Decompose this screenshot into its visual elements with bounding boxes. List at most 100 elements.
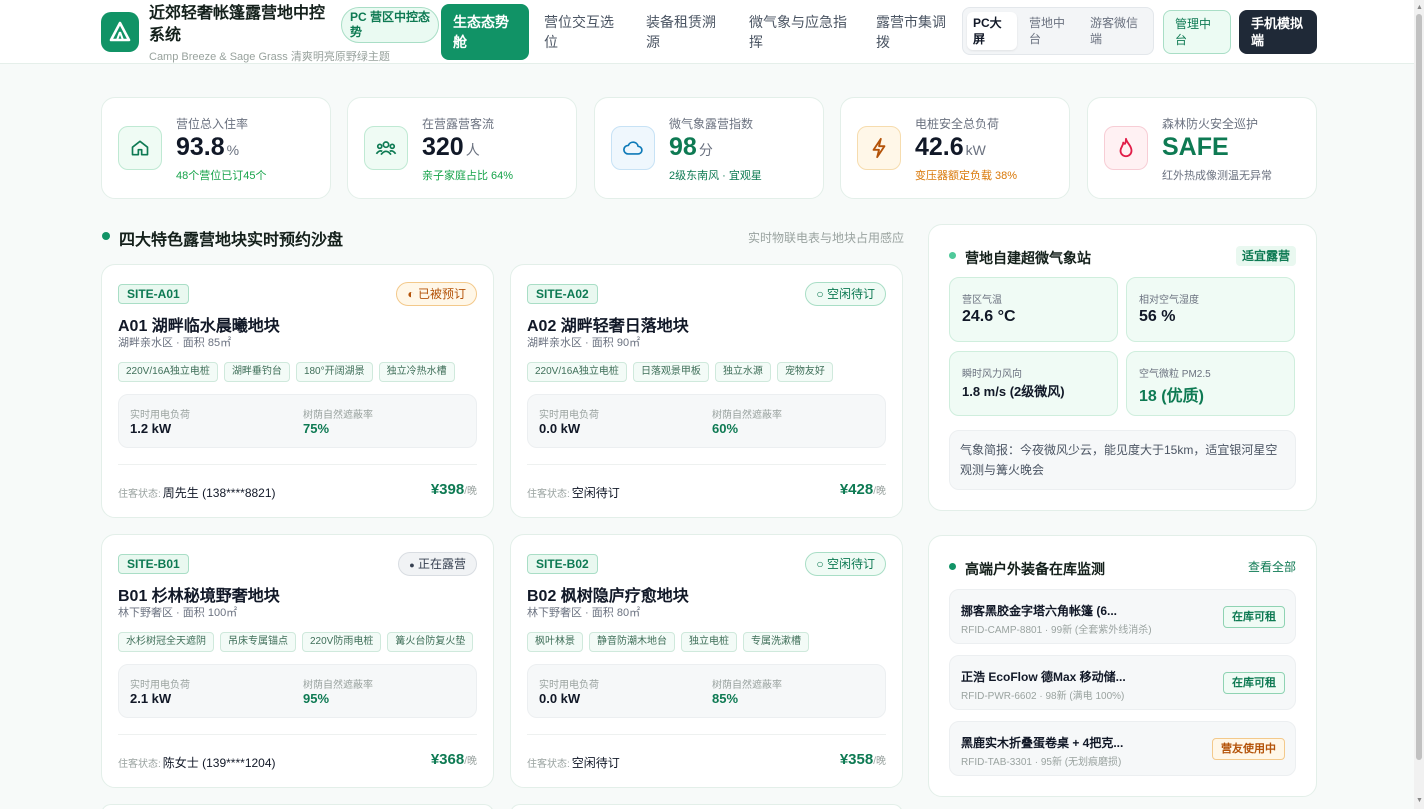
site-code: SITE-A02 <box>527 284 598 304</box>
gear-item[interactable]: 正浩 EcoFlow 德Max 移动储... RFID-PWR-6602 · 9… <box>949 655 1296 710</box>
scroll-thumb[interactable] <box>1416 14 1422 760</box>
gear-title: 高端户外装备在库监测 <box>965 561 1105 577</box>
site-card-a02[interactable]: SITE-A02 ○ 空闲待订 A02 湖畔轻奢日落地块 湖畔亲水区 · 面积 … <box>510 264 903 518</box>
home-icon <box>118 126 162 170</box>
app-title: 近郊轻奢帐篷露营地中控系统 <box>149 5 326 44</box>
half-circle-icon: ◐ <box>407 287 415 301</box>
weather-humidity: 相对空气湿度 56 % <box>1126 277 1295 342</box>
kpi-value: 98 分 <box>669 133 713 161</box>
nav-tab-gear-rental[interactable]: 装备租赁溯源 <box>642 4 730 60</box>
site-card-b01[interactable]: SITE-B01 ● 正在露营 B01 杉林秘境野奢地块 林下野奢区 · 面积 … <box>101 534 494 788</box>
site-card-stub <box>101 804 494 809</box>
scroll-up-arrow[interactable]: ▲ <box>1416 4 1423 11</box>
view-middle[interactable]: 营地中台 <box>1023 12 1077 50</box>
circle-icon: ○ <box>816 557 824 571</box>
nav-tab-site-select[interactable]: 营位交互选位 <box>540 4 628 60</box>
kpi-sub: 红外热成像测温无异常 <box>1162 170 1272 182</box>
top-header: 近郊轻奢帐篷露营地中控系统 Camp Breeze & Sage Grass 清… <box>0 0 1414 64</box>
kpi-value: 320 人 <box>422 133 480 161</box>
site-card-stub <box>510 804 903 809</box>
weather-station-panel: 营地自建超微气象站 适宜露营 营区气温 24.6 °C 相对空气湿度 56 % … <box>928 224 1317 511</box>
site-tag: 水杉树冠全天遮阴 <box>118 632 214 652</box>
view-pc[interactable]: PC大屏 <box>967 12 1017 50</box>
sites-section-title: 四大特色露营地块实时预约沙盘 <box>119 232 344 249</box>
site-tags: 枫叶林景 静音防潮木地台 独立电桩 专属洗漱槽 <box>527 632 809 652</box>
power-label: 实时用电负荷 <box>539 680 599 691</box>
section-dot <box>102 232 110 240</box>
shade-label: 树荫自然遮蔽率 <box>303 410 373 421</box>
kpi-label: 营位总入住率 <box>176 117 249 131</box>
kpi-label: 电桩安全总负荷 <box>915 117 1000 131</box>
weather-wind: 瞬时风力风向 1.8 m/s (2级微风) <box>949 351 1118 416</box>
shade-value: 95% <box>303 691 330 706</box>
shade-label: 树荫自然遮蔽率 <box>303 680 373 691</box>
kpi-fire-patrol: 森林防火安全巡护 SAFE 红外热成像测温无异常 <box>1087 97 1317 199</box>
gear-status-badge: 营友使用中 <box>1212 738 1285 760</box>
divider <box>118 734 477 735</box>
site-tags: 220V/16A独立电桩 日落观景甲板 独立水源 宠物友好 <box>527 362 833 382</box>
site-tags: 220V/16A独立电桩 湖畔垂钓台 180°开阔湖景 独立冷热水槽 <box>118 362 455 382</box>
site-price: ¥428/晚 <box>839 481 886 498</box>
gear-item[interactable]: 挪客黑胶金字塔六角帐篷 (6... RFID-CAMP-8801 · 99新 (… <box>949 589 1296 644</box>
site-name: A02 湖畔轻奢日落地块 <box>527 318 689 335</box>
kpi-visitors: 在营露营客流 320 人 亲子家庭占比 64% <box>347 97 577 199</box>
site-tag: 篝火台防复火垫 <box>387 632 474 652</box>
admin-button[interactable]: 管理中台 <box>1163 10 1231 54</box>
shade-value: 75% <box>303 421 330 436</box>
kpi-value: 42.6 kW <box>915 133 986 161</box>
view-mode-switch: PC大屏 营地中台 游客微信端 <box>962 7 1154 55</box>
site-tag: 吊床专属锚点 <box>220 632 296 652</box>
view-wechat[interactable]: 游客微信端 <box>1084 12 1150 50</box>
site-tag: 220V/16A独立电桩 <box>118 362 218 382</box>
nav-tab-ecology[interactable]: 生态态势舱 <box>441 4 529 60</box>
kpi-label: 在营露营客流 <box>422 117 495 131</box>
weather-temperature: 营区气温 24.6 °C <box>949 277 1118 342</box>
scroll-down-arrow[interactable]: ▼ <box>1416 797 1423 804</box>
weather-brief: 气象简报：今夜微风少云，能见度大于15km，适宜银河星空观测与篝火晚会 <box>949 430 1296 490</box>
power-label: 实时用电负荷 <box>539 410 599 421</box>
divider <box>118 464 477 465</box>
guest-status: 住客状态: 空闲待订 <box>527 756 620 770</box>
guest-status: 住客状态: 周先生 (138****8821) <box>118 486 276 500</box>
site-name: A01 湖畔临水晨曦地块 <box>118 318 280 335</box>
mobile-sim-button[interactable]: 手机模拟端 <box>1239 10 1317 54</box>
status-badge: ○ 空闲待订 <box>805 282 886 306</box>
nav-tab-weather[interactable]: 微气象与应急指挥 <box>745 4 855 60</box>
weather-title: 营地自建超微气象站 <box>965 250 1091 266</box>
guest-status: 住客状态: 空闲待订 <box>527 486 620 500</box>
site-card-a01[interactable]: SITE-A01 ◐ 已被预订 A01 湖畔临水晨曦地块 湖畔亲水区 · 面积 … <box>101 264 494 518</box>
shade-value: 60% <box>712 421 739 436</box>
kpi-power-load: 电桩安全总负荷 42.6 kW 变压器额定负载 38% <box>840 97 1070 199</box>
shade-value: 85% <box>712 691 739 706</box>
power-value: 0.0 kW <box>539 421 581 436</box>
power-value: 2.1 kW <box>130 691 172 706</box>
section-dot <box>949 252 956 259</box>
kpi-sub: 亲子家庭占比 64% <box>422 170 514 182</box>
kpi-label: 森林防火安全巡护 <box>1162 117 1259 131</box>
site-meta: 湖畔亲水区 · 面积 90㎡ <box>527 337 641 349</box>
site-stats: 实时用电负荷 0.0 kW 树荫自然遮蔽率 85% <box>527 664 886 718</box>
site-tag: 独立水源 <box>714 362 771 382</box>
weather-pm25: 空气微粒 PM2.5 18 (优质) <box>1126 351 1295 416</box>
site-stats: 实时用电负荷 1.2 kW 树荫自然遮蔽率 75% <box>118 394 477 448</box>
site-code: SITE-B01 <box>118 554 189 574</box>
lightning-icon <box>857 126 901 170</box>
cloud-icon <box>611 126 655 170</box>
site-stats: 实时用电负荷 2.1 kW 树荫自然遮蔽率 95% <box>118 664 477 718</box>
site-card-b02[interactable]: SITE-B02 ○ 空闲待订 B02 枫树隐庐疗愈地块 林下野奢区 · 面积 … <box>510 534 903 788</box>
site-name: B02 枫树隐庐疗愈地块 <box>527 588 689 605</box>
site-tag: 独立电桩 <box>681 632 737 652</box>
site-tag: 枫叶林景 <box>527 632 583 652</box>
site-tag: 独立冷热水槽 <box>378 362 455 382</box>
shade-label: 树荫自然遮蔽率 <box>712 410 782 421</box>
nav-tab-market[interactable]: 露营市集调拨 <box>872 4 960 60</box>
site-stats: 实时用电负荷 0.0 kW 树荫自然遮蔽率 60% <box>527 394 886 448</box>
flame-icon <box>1104 126 1148 170</box>
tent-icon <box>109 21 131 42</box>
site-tags: 水杉树冠全天遮阴 吊床专属锚点 220V防雨电桩 篝火台防复火垫 <box>118 632 474 652</box>
gear-item[interactable]: 黑鹿实木折叠蛋卷桌 + 4把克... RFID-TAB-3301 · 95新 (… <box>949 721 1296 776</box>
site-price: ¥398/晚 <box>430 481 477 498</box>
section-dot <box>949 563 956 570</box>
view-all-link[interactable]: 查看全部 <box>1248 558 1296 575</box>
site-price: ¥368/晚 <box>430 751 477 768</box>
